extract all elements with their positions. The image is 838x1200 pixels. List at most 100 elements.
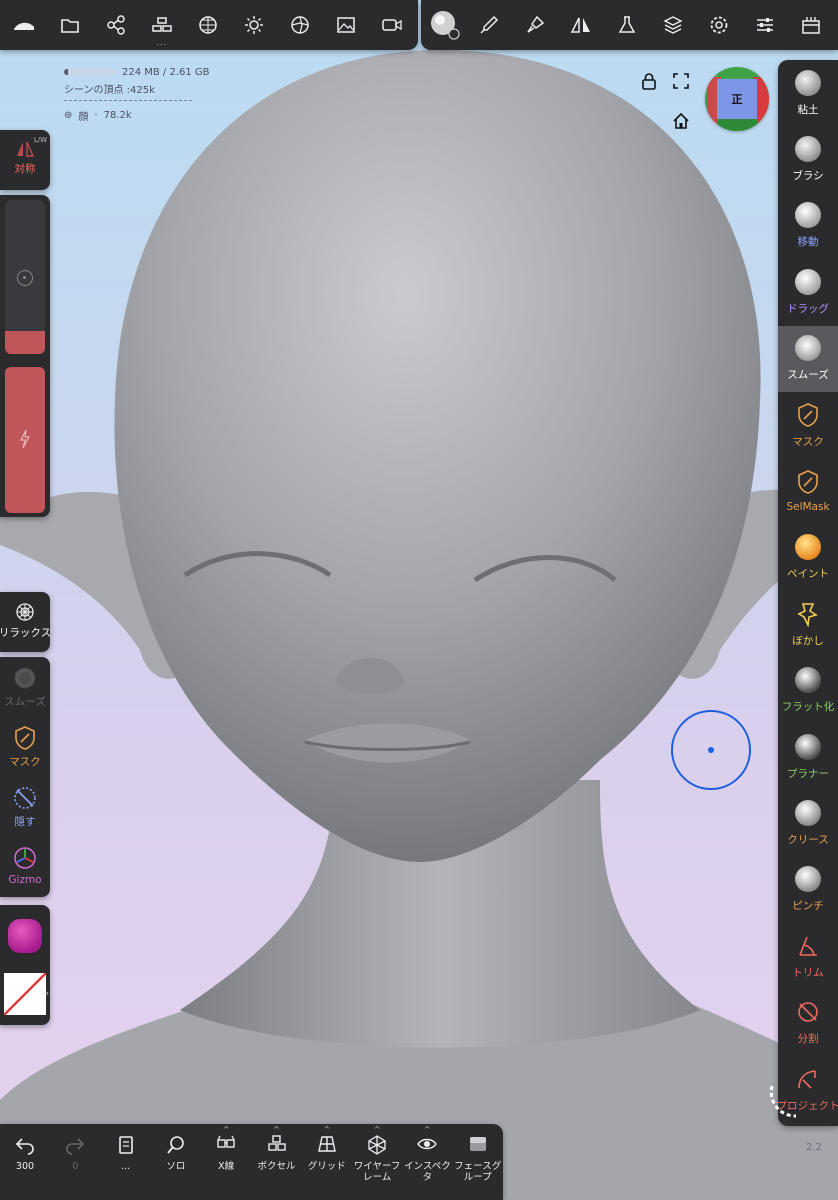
intensity-slider[interactable]: [5, 367, 45, 513]
scene-button[interactable]: [94, 0, 138, 50]
tool-label: 分割: [797, 1033, 819, 1046]
bottom-button-9[interactable]: フェースグループ: [453, 1124, 503, 1200]
bottom-button-8[interactable]: ^ インスペクタ: [402, 1124, 452, 1200]
tool-3[interactable]: ドラッグ: [778, 259, 838, 325]
bottom-button-label: フェースグループ: [454, 1161, 502, 1183]
mesh-name: 顔: [78, 111, 89, 123]
brush-cursor-center: [708, 747, 714, 753]
redo-icon: [66, 1138, 85, 1155]
fullscreen-icon[interactable]: [672, 72, 690, 90]
brush-sphere-icon: [795, 135, 821, 162]
symmetry-settings-button[interactable]: [559, 0, 603, 50]
home-icon[interactable]: [672, 112, 690, 130]
symmetry-toggle[interactable]: 対称: [0, 140, 50, 176]
quick-tool-2[interactable]: 隠す: [0, 785, 50, 829]
logo-button[interactable]: [2, 0, 46, 50]
brush-settings-button[interactable]: [467, 0, 511, 50]
bottom-button-2[interactable]: ...: [101, 1124, 151, 1200]
drag-icon: [795, 268, 821, 295]
bottom-button-3[interactable]: ソロ: [151, 1124, 201, 1200]
material-swatch[interactable]: [8, 919, 42, 953]
relax-panel[interactable]: リラックス: [0, 592, 51, 652]
sculpt-tools-panel: 粘土 ブラシ 移動 ドラッグ スムーズ マスク SelMask ペイントぼかしフラット化プラナ…: [777, 60, 838, 1126]
move-icon: [795, 202, 821, 229]
lighting-button[interactable]: [232, 0, 276, 50]
tool-12[interactable]: ピンチ: [778, 857, 838, 923]
active-tool-thumb-button[interactable]: [423, 0, 467, 50]
sliders-button[interactable]: [743, 0, 787, 50]
bottom-button-label: インスペクタ: [404, 1161, 451, 1183]
inspector-eye-icon: [417, 1138, 438, 1150]
mesh-row[interactable]: ⊛ 顔 · 78.2k: [64, 107, 234, 123]
memory-text: 224 MB / 2.61 GB: [122, 66, 210, 78]
mask-shield-icon: [798, 402, 818, 427]
bottom-button-0[interactable]: 300: [0, 1124, 50, 1200]
camera-button[interactable]: [370, 0, 414, 50]
tool-5[interactable]: マスク: [778, 392, 838, 458]
search-icon: [167, 1136, 184, 1154]
tool-8[interactable]: ぼかし: [778, 591, 838, 657]
sphere-mesh-icon: [199, 16, 217, 34]
tool-1[interactable]: ブラシ: [778, 126, 838, 192]
voxel-icon: [267, 1135, 286, 1151]
tool-label: フラット化: [781, 701, 835, 714]
stack-button[interactable]: ...: [140, 0, 184, 50]
tool-14[interactable]: 分割: [778, 990, 838, 1056]
xray-icon: [217, 1135, 235, 1148]
no-texture-swatch[interactable]: [4, 973, 46, 1015]
quick-tool-label: Gizmo: [8, 874, 42, 886]
topology-button[interactable]: [186, 0, 230, 50]
stack-icon: [152, 17, 172, 32]
bottom-button-4[interactable]: ^ X線: [201, 1124, 251, 1200]
top-toolbar-right: [421, 0, 838, 50]
selmask-icon: [798, 470, 818, 495]
info-divider: [64, 100, 192, 101]
expand-caret-icon: ^: [373, 1125, 381, 1134]
bottom-button-1[interactable]: 0: [50, 1124, 100, 1200]
tool-10[interactable]: プラナー: [778, 724, 838, 790]
quick-menu-handle[interactable]: [766, 1082, 806, 1122]
tool-4[interactable]: スムーズ: [778, 325, 838, 392]
paint-settings-button[interactable]: [513, 0, 557, 50]
background-button[interactable]: [324, 0, 368, 50]
expand-caret-icon: ^: [273, 1125, 280, 1134]
radius-slider[interactable]: [5, 200, 45, 354]
vertices-row: シーンの頂点 :425k: [64, 80, 234, 96]
paint-icon: [795, 534, 821, 561]
lock-icon[interactable]: [640, 72, 658, 90]
interface-button[interactable]: [789, 0, 833, 50]
sculpt-viewport[interactable]: [0, 0, 838, 1200]
bottom-button-7[interactable]: ^ ワイヤーフレーム: [352, 1124, 402, 1200]
tool-9[interactable]: フラット化: [778, 658, 838, 724]
tool-7[interactable]: ペイント: [778, 525, 838, 591]
bottom-button-label: ワイヤーフレーム: [353, 1161, 401, 1183]
brush-icon: [480, 15, 499, 34]
material-settings-button[interactable]: [605, 0, 649, 50]
quick-tool-3[interactable]: Gizmo: [0, 845, 50, 886]
bottom-button-5[interactable]: ^ ボクセル: [252, 1124, 302, 1200]
material-chevron-icon: ›: [45, 989, 49, 999]
bottom-button-label: グリッド: [307, 1161, 346, 1172]
tool-11[interactable]: クリース: [778, 790, 838, 856]
shading-button[interactable]: [278, 0, 322, 50]
tool-0[interactable]: 粘土: [778, 60, 838, 126]
gizmo-icon: [14, 847, 36, 869]
quick-tool-0[interactable]: スムーズ: [0, 665, 50, 709]
quick-tool-1[interactable]: マスク: [0, 725, 50, 769]
clay-icon: [795, 69, 821, 96]
relax-button[interactable]: リラックス: [0, 602, 51, 640]
tool-6[interactable]: SelMask: [778, 458, 838, 524]
trim-icon: [799, 936, 817, 956]
interface-icon: [802, 17, 820, 34]
view-cube[interactable]: 正: [705, 67, 769, 131]
settings-button[interactable]: [697, 0, 741, 50]
brush-sliders-panel: [0, 195, 50, 517]
tool-13[interactable]: トリム: [778, 923, 838, 989]
tool-2[interactable]: 移動: [778, 193, 838, 259]
bottom-button-6[interactable]: ^ グリッド: [302, 1124, 352, 1200]
files-button[interactable]: [48, 0, 92, 50]
symmetry-panel[interactable]: 対称 L/W: [0, 130, 50, 190]
layers-button[interactable]: [651, 0, 695, 50]
shading-icon: [291, 16, 309, 34]
tool-label: ぼかし: [792, 634, 824, 647]
